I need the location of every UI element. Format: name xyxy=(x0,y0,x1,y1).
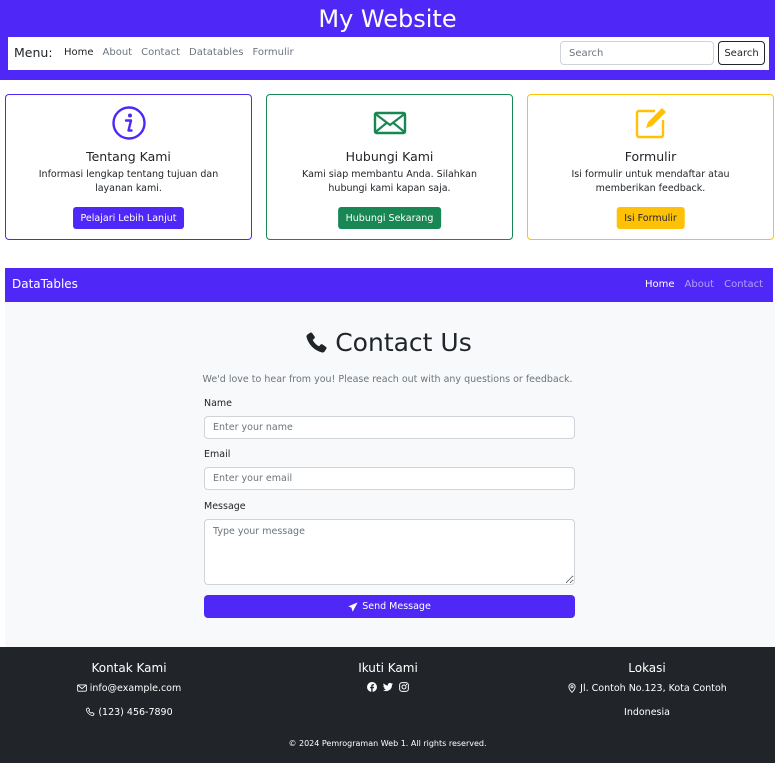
contact-subtitle: We'd love to hear from you! Please reach… xyxy=(202,374,573,385)
card-hubungi-kami: Hubungi Kami Kami siap membantu Anda. Si… xyxy=(266,94,513,240)
message-label: Message xyxy=(204,501,246,512)
name-input[interactable] xyxy=(204,416,575,439)
footer-ikuti-title: Ikuti Kami xyxy=(358,661,418,675)
datatables-nav-links: Home About Contact xyxy=(645,279,763,290)
footer-phone: (123) 456-7890 xyxy=(98,706,173,718)
card-title: Hubungi Kami xyxy=(345,149,434,164)
send-message-label: Send Message xyxy=(362,601,431,612)
message-textarea[interactable] xyxy=(204,519,575,585)
footer-email-line: info@example.com xyxy=(0,682,258,694)
hubungi-sekarang-button[interactable]: Hubungi Sekarang xyxy=(337,207,442,229)
telephone-icon xyxy=(86,707,95,717)
geo-pin-icon xyxy=(568,683,576,693)
site-title: My Website xyxy=(318,5,457,33)
nav-link-about[interactable]: About xyxy=(103,47,133,58)
card-formulir: Formulir Isi formulir untuk mendaftar at… xyxy=(527,94,774,240)
name-label: Name xyxy=(204,398,233,409)
search-button[interactable]: Search xyxy=(718,41,765,65)
social-links xyxy=(259,682,517,692)
card-description: Kami siap membantu Anda. Silahkan hubung… xyxy=(302,169,477,194)
nav-link-home[interactable]: Home xyxy=(64,47,94,58)
footer-kontak-title: Kontak Kami xyxy=(91,661,167,675)
nav-link-contact[interactable]: Contact xyxy=(141,47,180,58)
footer: Kontak Kami info@example.com (123) 456-7… xyxy=(0,647,775,763)
card-title: Tentang Kami xyxy=(86,149,171,164)
twitter-icon[interactable] xyxy=(383,682,393,692)
nav-links: Home About Contact Datatables Formulir xyxy=(64,47,294,58)
footer-email: info@example.com xyxy=(89,682,182,694)
card-description: Informasi lengkap tentang tujuan dan lay… xyxy=(38,169,219,194)
header-band: My Website Menu: Home About Contact Data… xyxy=(0,0,775,80)
nav-link-formulir[interactable]: Formulir xyxy=(252,47,293,58)
info-circle-icon xyxy=(6,105,251,141)
instagram-icon[interactable] xyxy=(399,682,409,692)
phone-icon xyxy=(306,331,327,353)
footer-address-1: Jl. Contoh No.123, Kota Contoh xyxy=(580,682,727,694)
card-tentang-kami: Tentang Kami Informasi lengkap tentang t… xyxy=(5,94,252,240)
isi-formulir-button[interactable]: Isi Formulir xyxy=(616,207,685,229)
email-label: Email xyxy=(204,449,231,460)
card-description: Isi formulir untuk mendaftar atau member… xyxy=(571,169,730,194)
pelajari-lebih-lanjut-button[interactable]: Pelajari Lebih Lanjut xyxy=(72,207,185,229)
copyright: © 2024 Pemrograman Web 1. All rights res… xyxy=(288,739,487,748)
envelope-icon xyxy=(76,684,87,692)
facebook-icon[interactable] xyxy=(367,682,377,692)
email-input[interactable] xyxy=(204,467,575,490)
footer-address-line: Jl. Contoh No.123, Kota Contoh xyxy=(518,682,775,694)
paper-plane-icon xyxy=(348,601,358,612)
search-input[interactable] xyxy=(560,41,714,65)
dt-nav-link-contact[interactable]: Contact xyxy=(724,279,763,290)
footer-lokasi-title: Lokasi xyxy=(628,661,666,675)
footer-kontak: Kontak Kami info@example.com (123) 456-7… xyxy=(0,661,258,718)
footer-phone-line: (123) 456-7890 xyxy=(0,706,258,718)
main-navbar: Menu: Home About Contact Datatables Form… xyxy=(8,37,769,70)
contact-title: Contact Us xyxy=(0,328,775,357)
footer-ikuti: Ikuti Kami xyxy=(259,661,517,692)
card-title: Formulir xyxy=(624,149,677,164)
dt-nav-link-home[interactable]: Home xyxy=(645,279,675,290)
dt-nav-link-about[interactable]: About xyxy=(685,279,715,290)
footer-address-2: Indonesia xyxy=(624,706,670,718)
footer-address-line-2: Indonesia xyxy=(518,706,775,718)
nav-link-datatables[interactable]: Datatables xyxy=(189,47,243,58)
menu-label: Menu: xyxy=(14,45,53,60)
datatables-brand[interactable]: DataTables xyxy=(12,277,78,291)
footer-lokasi: Lokasi Jl. Contoh No.123, Kota Contoh In… xyxy=(518,661,775,718)
send-message-button[interactable]: Send Message xyxy=(204,595,575,618)
contact-title-text: Contact Us xyxy=(335,328,472,357)
envelope-icon xyxy=(267,105,512,141)
datatables-navbar: DataTables Home About Contact xyxy=(5,268,773,302)
pencil-square-icon xyxy=(528,105,773,141)
